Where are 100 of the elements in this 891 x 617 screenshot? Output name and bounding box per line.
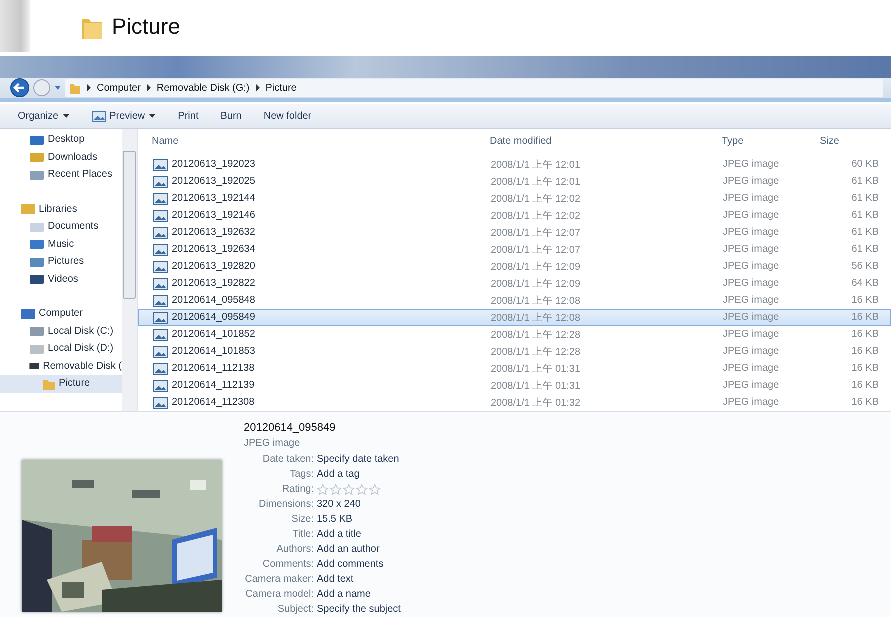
property-value[interactable]: Add text: [317, 574, 354, 585]
nav-item[interactable]: Local Disk (C:): [0, 322, 122, 340]
date-cell-text: 2008/1/1 上午 12:28: [491, 328, 582, 342]
size-cell-text: 16 KB: [850, 346, 879, 357]
file-row[interactable]: 20120614_095848 2008/1/1 上午 12:08 JPEG image 16 KB: [138, 292, 891, 309]
dropdown-icon[interactable]: [54, 84, 62, 92]
property-value[interactable]: Add an author: [317, 544, 380, 555]
size-cell-text: 60 KB: [850, 159, 879, 170]
file-name: 20120613_192144: [172, 193, 256, 204]
type-cell-text: JPEG image: [723, 363, 780, 374]
toolbar-menu[interactable]: Preview: [88, 108, 160, 124]
type-cell-text: JPEG image: [723, 329, 780, 340]
nav-item[interactable]: Local Disk (D:): [0, 340, 122, 358]
date-cell-text: 2008/1/1 上午 12:07: [491, 244, 582, 256]
breadcrumb[interactable]: Picture: [266, 82, 297, 94]
column-header[interactable]: Type: [722, 136, 820, 147]
star-icon[interactable]: [343, 484, 355, 496]
property-value[interactable]: Specify the subject: [317, 604, 401, 615]
back-icon[interactable]: [10, 78, 30, 98]
folder-title: Picture: [112, 14, 180, 40]
file-name: 20120613_192632: [172, 227, 256, 238]
file-row[interactable]: 20120613_192632 2008/1/1 上午 12:07 JPEG image 61 KB: [138, 224, 891, 241]
nav-item[interactable]: Recent Places: [0, 166, 122, 184]
nav-item[interactable]: Downloads: [0, 148, 122, 166]
file-row[interactable]: 20120614_112138 2008/1/1 上午 01:31 JPEG image 16 KB: [138, 360, 891, 377]
file-name: 20120613_192822: [172, 278, 256, 289]
date-cell-text: 2008/1/1 上午 12:08: [491, 312, 582, 324]
file-row[interactable]: 20120614_112308 2008/1/1 上午 01:32 JPEG image 16 KB: [138, 394, 891, 411]
property-value[interactable]: 15.5 KB: [317, 514, 353, 525]
file-row[interactable]: 20120613_192025 2008/1/1 上午 12:01 JPEG image 61 KB: [138, 173, 891, 190]
file-name: 20120614_101852: [172, 329, 256, 340]
nav-item[interactable]: Libraries: [0, 200, 122, 218]
nav-item[interactable]: Videos: [0, 270, 122, 288]
date-cell-text: 2008/1/1 上午 12:02: [491, 210, 582, 222]
property-value[interactable]: 320 x 240: [317, 499, 361, 510]
date-cell-text: 2008/1/1 上午 01:31: [491, 362, 582, 376]
nav-item[interactable]: Removable Disk (: [0, 358, 122, 375]
star-icon[interactable]: [330, 484, 342, 496]
file-row[interactable]: 20120614_112139 2008/1/1 上午 01:31 JPEG image 16 KB: [138, 377, 891, 394]
size-cell-text: 64 KB: [850, 278, 879, 289]
file-row[interactable]: 20120613_192144 2008/1/1 上午 12:02 JPEG image 61 KB: [138, 190, 891, 207]
file-name: 20120614_095848: [172, 295, 256, 306]
image-file-icon: [153, 260, 168, 272]
window-edge: [0, 0, 30, 52]
property-value[interactable]: Add comments: [317, 559, 384, 570]
column-header[interactable]: Date modified: [490, 136, 722, 147]
image-file-icon: [153, 278, 168, 290]
property-label: Rating:: [281, 484, 315, 495]
file-name: 20120614_112308: [172, 397, 255, 408]
column-header[interactable]: Name: [138, 136, 490, 147]
file-row[interactable]: 20120614_101852 2008/1/1 上午 12:28 JPEG image 16 KB: [138, 326, 891, 343]
scrollbar[interactable]: [122, 129, 137, 411]
toolbar-button[interactable]: New folder: [260, 108, 316, 124]
size-cell-text: 56 KB: [850, 261, 879, 272]
image-file-icon: [153, 210, 168, 222]
nav-item[interactable]: Desktop: [0, 131, 122, 148]
property-label: Size:: [290, 514, 315, 525]
toolbar-menu[interactable]: Organize: [14, 108, 74, 124]
caret-icon: [62, 114, 70, 119]
nav-item[interactable]: Music: [0, 236, 122, 253]
nav-item[interactable]: Documents: [0, 218, 122, 236]
type-cell-text: JPEG image: [723, 261, 780, 272]
property-value[interactable]: Add a title: [317, 529, 362, 540]
file-row[interactable]: 20120613_192023 2008/1/1 上午 12:01 JPEG image 60 KB: [138, 156, 891, 173]
size-cell-text: 16 KB: [850, 312, 879, 323]
property-label: Camera maker:: [244, 574, 315, 585]
image-file-icon: [153, 176, 168, 188]
file-row[interactable]: 20120613_192634 2008/1/1 上午 12:07 JPEG image 61 KB: [138, 241, 891, 258]
date-cell-text: 2008/1/1 上午 12:28: [491, 346, 582, 358]
size-cell-text: 16 KB: [850, 329, 879, 340]
property-value[interactable]: Add a name: [317, 589, 371, 600]
star-icon[interactable]: [369, 484, 381, 496]
star-icon[interactable]: [317, 484, 329, 496]
column-header[interactable]: Size: [820, 136, 878, 147]
image-file-icon: [153, 226, 168, 238]
image-file-icon: [153, 346, 168, 358]
image-file-icon: [153, 396, 168, 408]
type-cell-text: JPEG image: [723, 312, 780, 323]
file-row[interactable]: 20120613_192146 2008/1/1 上午 12:02 JPEG image 61 KB: [138, 207, 891, 224]
caret-icon: [149, 114, 156, 119]
file-name: 20120613_192820: [172, 261, 256, 272]
nav-item[interactable]: Pictures: [0, 253, 122, 270]
nav-item[interactable]: Picture: [0, 375, 122, 392]
toolbar-button[interactable]: Print: [174, 108, 203, 124]
file-row[interactable]: 20120614_095849 2008/1/1 上午 12:08 JPEG image 16 KB: [138, 309, 891, 326]
property-value[interactable]: Specify date taken: [317, 454, 400, 465]
file-row[interactable]: 20120613_192820 2008/1/1 上午 12:09 JPEG image 56 KB: [138, 258, 891, 275]
property-label: Authors:: [276, 544, 315, 555]
toolbar-button[interactable]: Burn: [216, 108, 246, 124]
property-value[interactable]: Add a tag: [317, 469, 360, 480]
file-row[interactable]: 20120614_101853 2008/1/1 上午 12:28 JPEG image 16 KB: [138, 343, 891, 360]
file-row[interactable]: 20120613_192822 2008/1/1 上午 12:09 JPEG image 64 KB: [138, 275, 891, 292]
file-name: 20120614_095849: [172, 312, 256, 323]
star-icon[interactable]: [356, 484, 368, 496]
chevron-icon: [254, 84, 261, 92]
breadcrumb[interactable]: Computer: [97, 82, 141, 94]
nav-item[interactable]: Computer: [0, 305, 122, 322]
file-name: 20120613_192146: [172, 210, 256, 221]
address-field[interactable]: Computer Removable Disk (G:) Picture: [65, 79, 883, 98]
breadcrumb[interactable]: Removable Disk (G:): [156, 82, 250, 94]
